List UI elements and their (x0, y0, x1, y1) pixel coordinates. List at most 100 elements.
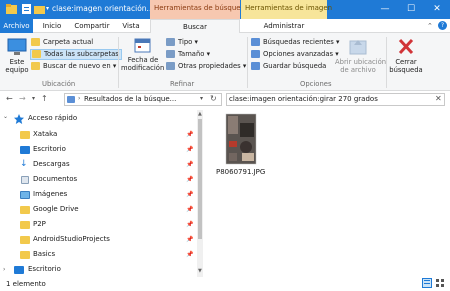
kind-label: Tipo (178, 38, 193, 46)
close-search-button[interactable]: Cerrar búsqueda (389, 38, 423, 76)
advanced-options-icon (251, 50, 260, 58)
new-folder-icon[interactable] (34, 3, 45, 15)
ribbon-separator (118, 37, 119, 88)
minimize-button[interactable]: — (372, 0, 398, 19)
all-subfolders-button[interactable]: Todas las subcarpetas (30, 49, 122, 60)
date-modified-label-2: modificación (121, 64, 165, 72)
nav-item-documentos[interactable]: Documentos 📌 (0, 172, 200, 187)
clear-search-icon[interactable]: ✕ (435, 94, 442, 103)
tab-home[interactable]: Inicio (38, 19, 66, 33)
pictures-icon (20, 191, 30, 199)
folder-icon (20, 251, 30, 259)
nav-scrollbar-thumb[interactable] (198, 119, 202, 239)
back-arrow-icon[interactable]: ← (6, 94, 13, 103)
other-properties-button[interactable]: Otras propiedades ▾ (166, 62, 246, 71)
quick-access-dropdown-icon[interactable]: ▾ (46, 5, 49, 12)
window-title: clase:imagen orientación... (52, 4, 154, 13)
file-item[interactable] (220, 113, 262, 165)
other-properties-label: Otras propiedades (178, 62, 241, 70)
nav-item-label: Documentos (33, 175, 78, 183)
recent-searches-button[interactable]: Búsquedas recientes ▾ (251, 38, 339, 47)
pin-icon: 📌 (186, 146, 194, 153)
app-icon[interactable] (6, 3, 17, 15)
up-arrow-icon[interactable]: ↑ (41, 94, 48, 103)
kind-button[interactable]: Tipo ▾ (166, 38, 198, 47)
search-results-icon (67, 96, 75, 103)
advanced-options-button[interactable]: Opciones avanzadas ▾ (251, 50, 339, 59)
nav-item-xataka[interactable]: Xataka 📌 (0, 127, 200, 142)
forward-arrow-icon[interactable]: → (19, 94, 26, 103)
date-modified-button[interactable]: Fecha de modificación ▾ (121, 38, 170, 76)
pin-icon: 📌 (186, 161, 194, 168)
nav-item-basics[interactable]: Basics 📌 (0, 247, 200, 262)
nav-desktop-root-label: Escritorio (28, 265, 61, 273)
downloads-icon: ↓ (20, 160, 30, 169)
tab-file[interactable]: Archivo (0, 19, 33, 33)
advanced-options-label: Opciones avanzadas (263, 50, 334, 58)
nav-quick-access-label: Acceso rápido (28, 114, 78, 122)
pin-icon: 📌 (186, 221, 194, 228)
tab-share[interactable]: Compartir (72, 19, 112, 33)
group-location-label: Ubicación (42, 80, 76, 88)
scroll-down-icon[interactable]: ▼ (198, 268, 202, 274)
date-modified-label-1: Fecha de (127, 56, 159, 64)
refresh-icon[interactable]: ↻ (210, 94, 217, 103)
desktop-icon (14, 266, 24, 274)
properties-icon[interactable] (21, 3, 32, 15)
ribbon-separator (247, 37, 248, 88)
details-view-icon[interactable] (422, 278, 432, 288)
close-search-icon (398, 38, 414, 55)
maximize-button[interactable]: ☐ (398, 0, 424, 19)
search-again-label: Buscar de nuevo en (43, 62, 111, 70)
ribbon-separator (386, 37, 387, 88)
file-name[interactable]: P8060791.JPG (216, 168, 265, 176)
nav-item-descargas[interactable]: ↓ Descargas 📌 (0, 157, 200, 172)
star-icon (14, 114, 24, 124)
kind-icon (166, 38, 175, 46)
size-button[interactable]: Tamaño ▾ (166, 50, 210, 59)
save-search-button[interactable]: Guardar búsqueda (251, 62, 326, 71)
tab-manage[interactable]: Administrar (241, 19, 327, 33)
current-folder-button[interactable]: Carpeta actual (31, 38, 93, 47)
this-pc-label-2: equipo (5, 66, 29, 74)
open-location-label-2: de archivo (340, 66, 376, 74)
scroll-up-icon[interactable]: ▲ (198, 111, 202, 117)
nav-item-escritorio[interactable]: Escritorio 📌 (0, 142, 200, 157)
nav-item-label: Xataka (33, 130, 58, 138)
recent-locations-icon[interactable]: ▾ (32, 95, 35, 102)
group-options-label: Opciones (300, 80, 332, 88)
large-icons-view-icon[interactable] (435, 278, 445, 288)
nav-item-label: Escritorio (33, 145, 66, 153)
tab-search[interactable]: Buscar (150, 19, 240, 34)
all-subfolders-label: Todas las subcarpetas (44, 50, 119, 58)
save-search-label: Guardar búsqueda (263, 62, 327, 70)
search-again-button[interactable]: Buscar de nuevo en ▾ (31, 62, 116, 71)
close-button[interactable]: ✕ (424, 0, 450, 19)
address-path[interactable]: Resultados de la búsque... (84, 95, 176, 103)
collapse-ribbon-icon[interactable]: ⌃ (427, 22, 433, 30)
documents-icon (21, 176, 29, 184)
help-icon[interactable]: ? (438, 21, 447, 30)
nav-item-label: Descargas (33, 160, 70, 168)
group-refine-label: Refinar (170, 80, 195, 88)
pin-icon: 📌 (186, 251, 194, 258)
pin-icon: 📌 (186, 131, 194, 138)
nav-item-label: AndroidStudioProjects (33, 235, 110, 243)
nav-item-google-drive[interactable]: Google Drive 📌 (0, 202, 200, 217)
nav-desktop-root[interactable]: Escritorio (0, 262, 200, 277)
open-file-location-button[interactable]: Abrir ubicación de archivo (335, 38, 386, 76)
close-search-label-1: Cerrar (395, 58, 417, 66)
size-icon (166, 50, 175, 58)
nav-item-imagenes[interactable]: Imágenes 📌 (0, 187, 200, 202)
folder-icon (20, 236, 30, 244)
nav-item-p2p[interactable]: P2P 📌 (0, 217, 200, 232)
desktop-icon (20, 146, 30, 154)
nav-quick-access[interactable]: Acceso rápido (0, 111, 200, 126)
nav-item-androidstudioprojects[interactable]: AndroidStudioProjects 📌 (0, 232, 200, 247)
this-pc-label-1: Este (9, 58, 25, 66)
recent-searches-icon (251, 38, 260, 46)
nav-item-label: P2P (33, 220, 46, 228)
address-dropdown-icon[interactable]: ▾ (200, 95, 203, 102)
tab-view[interactable]: Vista (118, 19, 144, 33)
this-pc-button[interactable]: Este equipo (5, 38, 29, 74)
